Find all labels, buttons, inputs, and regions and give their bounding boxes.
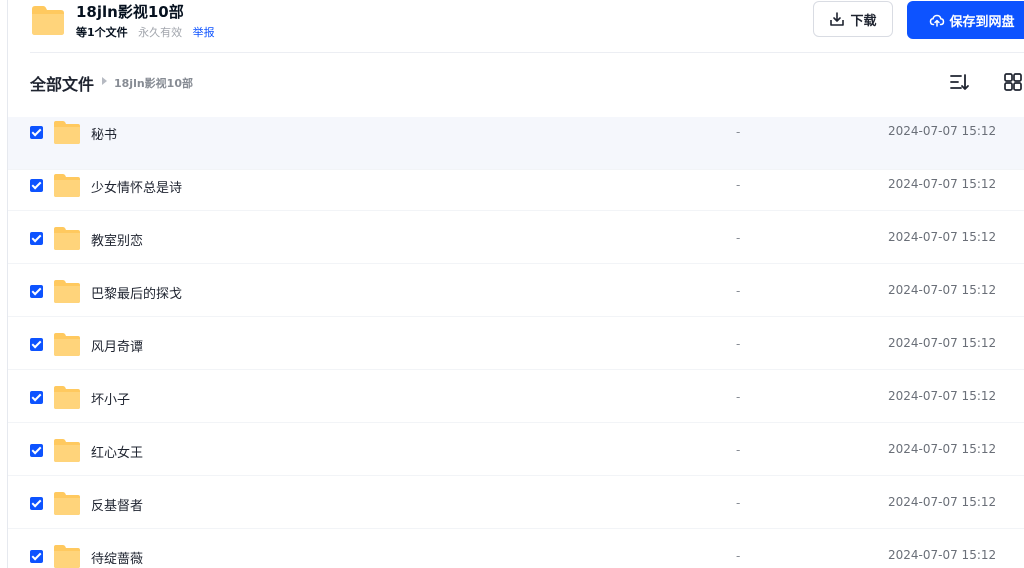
folder-icon bbox=[54, 121, 80, 144]
grid-view-icon[interactable] bbox=[1002, 71, 1024, 93]
file-row[interactable]: 巴黎最后的探戈 - 2024-07-07 15:12 bbox=[8, 264, 1024, 317]
file-time: 2024-07-07 15:12 bbox=[888, 230, 997, 244]
file-time: 2024-07-07 15:12 bbox=[888, 442, 997, 456]
save-label: 保存到网盘 bbox=[949, 14, 1015, 30]
row-checkbox[interactable] bbox=[30, 179, 43, 192]
file-size: - bbox=[736, 549, 741, 563]
file-count: 等1个文件 bbox=[76, 26, 128, 39]
file-size: - bbox=[736, 125, 741, 139]
file-row[interactable]: 风月奇谭 - 2024-07-07 15:12 bbox=[8, 317, 1024, 370]
file-size: - bbox=[736, 496, 741, 510]
download-icon bbox=[830, 12, 845, 26]
folder-icon bbox=[32, 6, 64, 35]
file-size: - bbox=[736, 390, 741, 404]
sort-icon[interactable] bbox=[948, 71, 970, 93]
row-checkbox[interactable] bbox=[30, 444, 43, 457]
row-checkbox[interactable] bbox=[30, 338, 43, 351]
folder-icon bbox=[54, 492, 80, 515]
share-meta: 等1个文件 永久有效 举报 bbox=[76, 24, 215, 40]
file-name[interactable]: 风月奇谭 bbox=[91, 336, 143, 355]
download-label: 下载 bbox=[850, 13, 877, 29]
file-size: - bbox=[736, 178, 741, 192]
file-time: 2024-07-07 15:12 bbox=[888, 283, 997, 297]
breadcrumb: 全部文件 18jln影视10部 bbox=[30, 62, 1024, 102]
row-checkbox[interactable] bbox=[30, 391, 43, 404]
row-checkbox[interactable] bbox=[30, 126, 43, 139]
file-row[interactable]: 教室别恋 - 2024-07-07 15:12 bbox=[8, 211, 1024, 264]
file-name[interactable]: 少女情怀总是诗 bbox=[91, 177, 182, 196]
folder-icon bbox=[54, 545, 80, 568]
breadcrumb-separator-icon bbox=[102, 77, 107, 85]
row-checkbox[interactable] bbox=[30, 550, 43, 563]
report-link[interactable]: 举报 bbox=[193, 26, 215, 39]
file-name[interactable]: 秘书 bbox=[91, 124, 117, 143]
folder-icon bbox=[54, 333, 80, 356]
file-time: 2024-07-07 15:12 bbox=[888, 548, 997, 562]
validity-label: 永久有效 bbox=[138, 26, 183, 39]
share-header: 18jln影视10部 等1个文件 永久有效 举报 下载 保存到网盘 bbox=[30, 0, 1024, 53]
file-time: 2024-07-07 15:12 bbox=[888, 495, 997, 509]
file-row[interactable]: 坏小子 - 2024-07-07 15:12 bbox=[8, 370, 1024, 423]
share-title: 18jln影视10部 bbox=[76, 3, 184, 21]
folder-icon bbox=[54, 386, 80, 409]
cloud-upload-icon bbox=[930, 14, 945, 27]
breadcrumb-current: 18jln影视10部 bbox=[114, 77, 193, 90]
row-checkbox[interactable] bbox=[30, 497, 43, 510]
file-time: 2024-07-07 15:12 bbox=[888, 389, 997, 403]
file-row[interactable]: 反基督者 - 2024-07-07 15:12 bbox=[8, 476, 1024, 529]
breadcrumb-root[interactable]: 全部文件 bbox=[30, 71, 94, 95]
file-name[interactable]: 教室别恋 bbox=[91, 230, 143, 249]
file-time: 2024-07-07 15:12 bbox=[888, 124, 997, 138]
file-size: - bbox=[736, 231, 741, 245]
file-size: - bbox=[736, 284, 741, 298]
file-name[interactable]: 红心女王 bbox=[91, 442, 143, 461]
file-row[interactable]: 待绽蔷薇 - 2024-07-07 15:12 bbox=[8, 529, 1024, 568]
file-row[interactable]: 少女情怀总是诗 - 2024-07-07 15:12 bbox=[8, 158, 1024, 211]
download-button[interactable]: 下载 bbox=[813, 1, 893, 37]
folder-icon bbox=[54, 227, 80, 250]
folder-icon bbox=[54, 439, 80, 462]
row-checkbox[interactable] bbox=[30, 232, 43, 245]
folder-icon bbox=[54, 174, 80, 197]
folder-icon bbox=[54, 280, 80, 303]
file-name[interactable]: 待绽蔷薇 bbox=[91, 548, 143, 567]
file-name[interactable]: 坏小子 bbox=[91, 389, 130, 408]
file-size: - bbox=[736, 337, 741, 351]
file-time: 2024-07-07 15:12 bbox=[888, 177, 997, 191]
share-page: 18jln影视10部 等1个文件 永久有效 举报 下载 保存到网盘 全部文件 1… bbox=[0, 0, 1024, 568]
file-name[interactable]: 巴黎最后的探戈 bbox=[91, 283, 182, 302]
file-row[interactable]: 红心女王 - 2024-07-07 15:12 bbox=[8, 423, 1024, 476]
file-size: - bbox=[736, 443, 741, 457]
file-name[interactable]: 反基督者 bbox=[91, 495, 143, 514]
file-time: 2024-07-07 15:12 bbox=[888, 336, 997, 350]
row-checkbox[interactable] bbox=[30, 285, 43, 298]
file-list: 秘书 - 2024-07-07 15:12 少女情怀总是诗 - 2024-07-… bbox=[8, 117, 1024, 568]
save-to-drive-button[interactable]: 保存到网盘 bbox=[907, 1, 1024, 39]
